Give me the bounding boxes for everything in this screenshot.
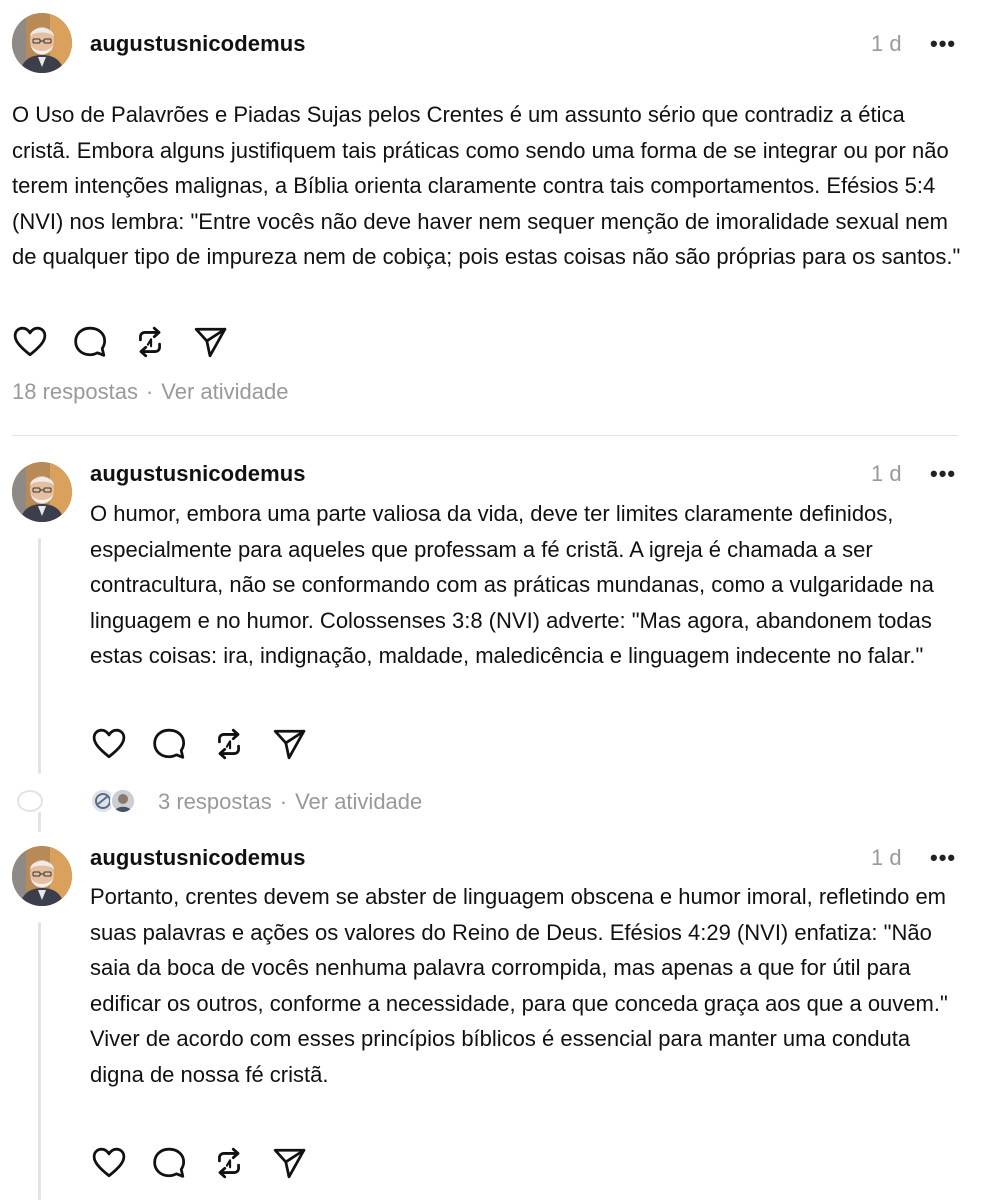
comment-icon[interactable] <box>151 726 187 762</box>
avatar[interactable] <box>12 846 72 906</box>
send-icon[interactable] <box>271 726 307 762</box>
send-icon[interactable] <box>271 1145 307 1181</box>
comment-icon[interactable] <box>72 324 108 360</box>
repost-icon[interactable] <box>132 324 168 360</box>
post-meta: 18 respostas · Ver atividade <box>12 379 289 405</box>
replier-avatars[interactable] <box>90 788 140 814</box>
thread-line <box>38 922 41 1200</box>
thread-line <box>38 812 41 832</box>
thread-loop-icon <box>17 790 43 812</box>
heart-icon[interactable] <box>12 324 48 360</box>
comment-icon[interactable] <box>151 1145 187 1181</box>
more-options-icon[interactable]: ••• <box>930 845 956 871</box>
username[interactable]: augustusnicodemus <box>90 845 306 871</box>
replies-count-link[interactable]: 3 respostas <box>158 789 272 814</box>
thread-line <box>38 538 41 774</box>
repost-icon[interactable] <box>211 1145 247 1181</box>
post-time: 1 d <box>871 31 902 56</box>
view-activity-link[interactable]: Ver atividade <box>295 789 422 814</box>
separator: · <box>279 789 288 814</box>
post-meta: 3 respostas · Ver atividade <box>158 789 422 815</box>
post-time: 1 d <box>871 461 902 486</box>
post-text: O humor, embora uma parte valiosa da vid… <box>90 501 934 668</box>
replier-avatar <box>110 788 136 814</box>
post-text: Portanto, crentes devem se abster de lin… <box>90 884 948 1087</box>
avatar[interactable] <box>12 13 72 73</box>
heart-icon[interactable] <box>91 1145 127 1181</box>
more-options-icon[interactable]: ••• <box>930 31 956 57</box>
replies-count-link[interactable]: 18 respostas <box>12 379 138 404</box>
post-actions <box>91 1145 331 1181</box>
divider <box>12 435 958 436</box>
post-actions <box>12 324 252 360</box>
post-actions <box>91 726 331 762</box>
avatar[interactable] <box>12 462 72 522</box>
post-time: 1 d <box>871 845 902 870</box>
username[interactable]: augustusnicodemus <box>90 31 306 57</box>
view-activity-link[interactable]: Ver atividade <box>161 379 288 404</box>
post-text: O Uso de Palavrões e Piadas Sujas pelos … <box>12 102 961 269</box>
more-options-icon[interactable]: ••• <box>930 461 956 487</box>
heart-icon[interactable] <box>91 726 127 762</box>
username[interactable]: augustusnicodemus <box>90 461 306 487</box>
send-icon[interactable] <box>192 324 228 360</box>
repost-icon[interactable] <box>211 726 247 762</box>
separator: · <box>145 379 154 404</box>
